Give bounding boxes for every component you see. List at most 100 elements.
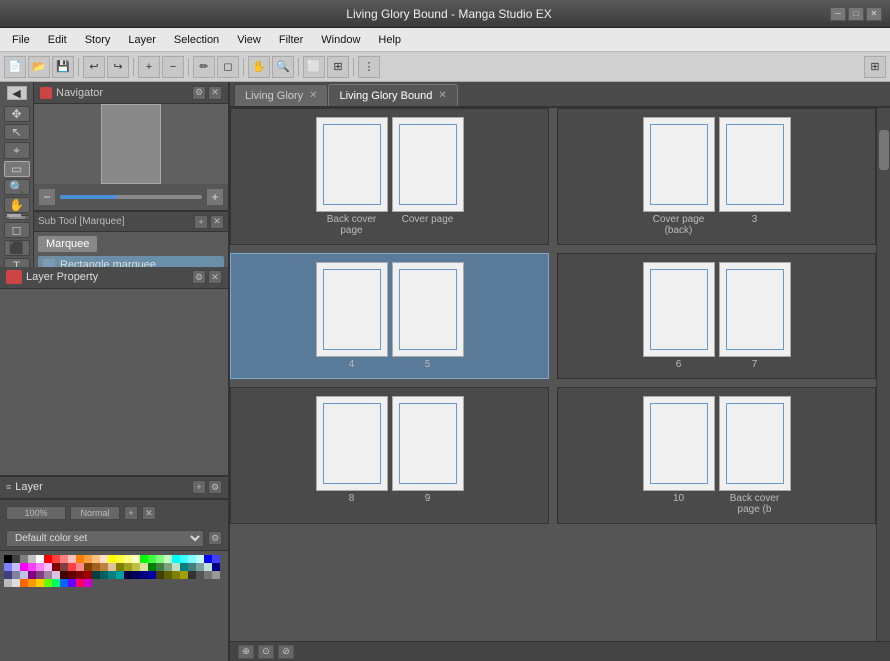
spread-spread-3[interactable]: 45: [230, 253, 549, 379]
redo-button[interactable]: ↪: [107, 56, 129, 78]
zoom-tool[interactable]: 🔍: [4, 179, 30, 195]
tab-living-glory[interactable]: Living Glory ✕: [234, 84, 328, 106]
color-swatch[interactable]: [108, 571, 116, 579]
color-swatch[interactable]: [156, 571, 164, 579]
color-swatch[interactable]: [84, 563, 92, 571]
color-swatch[interactable]: [172, 555, 180, 563]
color-swatch[interactable]: [12, 571, 20, 579]
color-swatch[interactable]: [52, 555, 60, 563]
transform[interactable]: ⊞: [327, 56, 349, 78]
hand-tool[interactable]: ✋: [248, 56, 270, 78]
page-thumb-6[interactable]: [643, 262, 715, 357]
lasso-tool[interactable]: ⌖: [4, 142, 30, 159]
color-swatch[interactable]: [180, 563, 188, 571]
color-swatch[interactable]: [188, 563, 196, 571]
menu-item-story[interactable]: Story: [77, 32, 119, 48]
nav-zoom-slider[interactable]: [60, 195, 202, 199]
color-swatch[interactable]: [108, 555, 116, 563]
save-button[interactable]: 💾: [52, 56, 74, 78]
color-swatch[interactable]: [132, 563, 140, 571]
nav-settings-btn[interactable]: ⚙: [192, 86, 206, 100]
color-swatch[interactable]: [44, 555, 52, 563]
color-swatch[interactable]: [212, 563, 220, 571]
color-set-select[interactable]: Default color set: [6, 530, 204, 547]
menu-item-window[interactable]: Window: [313, 32, 368, 48]
color-swatch[interactable]: [124, 571, 132, 579]
page-thumb-8[interactable]: [316, 396, 388, 491]
page-thumb-7[interactable]: [719, 262, 791, 357]
color-swatch[interactable]: [28, 555, 36, 563]
color-swatch[interactable]: [76, 563, 84, 571]
status-icon-1[interactable]: ⊕: [238, 645, 254, 659]
tab-living-glory-bound[interactable]: Living Glory Bound ✕: [328, 84, 457, 106]
color-swatch[interactable]: [84, 571, 92, 579]
rectangle-marquee-item[interactable]: Rectangle marquee: [38, 256, 224, 267]
color-swatch[interactable]: [60, 555, 68, 563]
layer-prop-settings[interactable]: ⚙: [192, 270, 206, 284]
layer-normal-mode[interactable]: Normal: [70, 506, 120, 520]
color-swatch[interactable]: [36, 579, 44, 587]
color-set-settings[interactable]: ⚙: [208, 531, 222, 545]
open-button[interactable]: 📂: [28, 56, 50, 78]
layer-opacity[interactable]: 100%: [6, 506, 66, 520]
color-swatch[interactable]: [92, 555, 100, 563]
color-swatch[interactable]: [44, 571, 52, 579]
page-thumb-Cover page[interactable]: [392, 117, 464, 212]
pointer-tool[interactable]: ↖: [4, 124, 30, 140]
color-swatch[interactable]: [100, 563, 108, 571]
color-swatch[interactable]: [68, 571, 76, 579]
marquee-tab[interactable]: Marquee: [38, 236, 97, 252]
color-swatch[interactable]: [100, 571, 108, 579]
page-thumb-4[interactable]: [316, 262, 388, 357]
hand-tool-icon[interactable]: ✋: [4, 197, 30, 213]
color-swatch[interactable]: [116, 563, 124, 571]
color-swatch[interactable]: [156, 555, 164, 563]
color-swatch[interactable]: [20, 579, 28, 587]
page-thumb-Back cover page[interactable]: [316, 117, 388, 212]
color-swatch[interactable]: [204, 563, 212, 571]
status-icon-3[interactable]: ⊘: [278, 645, 294, 659]
close-button[interactable]: ✕: [866, 7, 882, 21]
menu-item-layer[interactable]: Layer: [120, 32, 164, 48]
color-swatch[interactable]: [4, 555, 12, 563]
color-swatch[interactable]: [4, 571, 12, 579]
color-swatch[interactable]: [68, 563, 76, 571]
menu-item-edit[interactable]: Edit: [40, 32, 75, 48]
color-swatch[interactable]: [204, 555, 212, 563]
color-swatch[interactable]: [4, 563, 12, 571]
spread-spread-4[interactable]: 67: [557, 253, 876, 379]
color-swatch[interactable]: [108, 563, 116, 571]
color-swatch[interactable]: [196, 563, 204, 571]
color-swatch[interactable]: [12, 579, 20, 587]
page-thumb-9[interactable]: [392, 396, 464, 491]
brush-tool-icon[interactable]: [4, 215, 30, 220]
menu-item-selection[interactable]: Selection: [166, 32, 227, 48]
color-swatch[interactable]: [164, 555, 172, 563]
color-swatch[interactable]: [60, 563, 68, 571]
color-swatch[interactable]: [28, 571, 36, 579]
nav-zoom-in[interactable]: +: [206, 188, 224, 206]
color-swatch[interactable]: [92, 571, 100, 579]
color-swatch[interactable]: [188, 571, 196, 579]
page-thumb-10[interactable]: [643, 396, 715, 491]
nav-zoom-out[interactable]: −: [38, 188, 56, 206]
layer-prop-close[interactable]: ✕: [208, 270, 222, 284]
color-swatch[interactable]: [76, 555, 84, 563]
select-tool[interactable]: ▭: [4, 161, 30, 177]
color-swatch[interactable]: [132, 571, 140, 579]
color-swatch[interactable]: [12, 555, 20, 563]
color-swatch[interactable]: [52, 563, 60, 571]
fill-tool[interactable]: ⬛: [4, 240, 30, 256]
color-swatch[interactable]: [148, 555, 156, 563]
color-swatch[interactable]: [140, 555, 148, 563]
color-swatch[interactable]: [180, 555, 188, 563]
color-swatch[interactable]: [60, 579, 68, 587]
scroll-thumb[interactable]: [879, 130, 889, 170]
color-swatch[interactable]: [100, 555, 108, 563]
brush-tool[interactable]: ✏: [193, 56, 215, 78]
spread-spread-6[interactable]: 10Back cover page (b: [557, 387, 876, 524]
nav-close-btn[interactable]: ✕: [208, 86, 222, 100]
new-button[interactable]: 📄: [4, 56, 26, 78]
collapse-left-btn[interactable]: ◀: [7, 86, 27, 100]
page-thumb-5[interactable]: [392, 262, 464, 357]
